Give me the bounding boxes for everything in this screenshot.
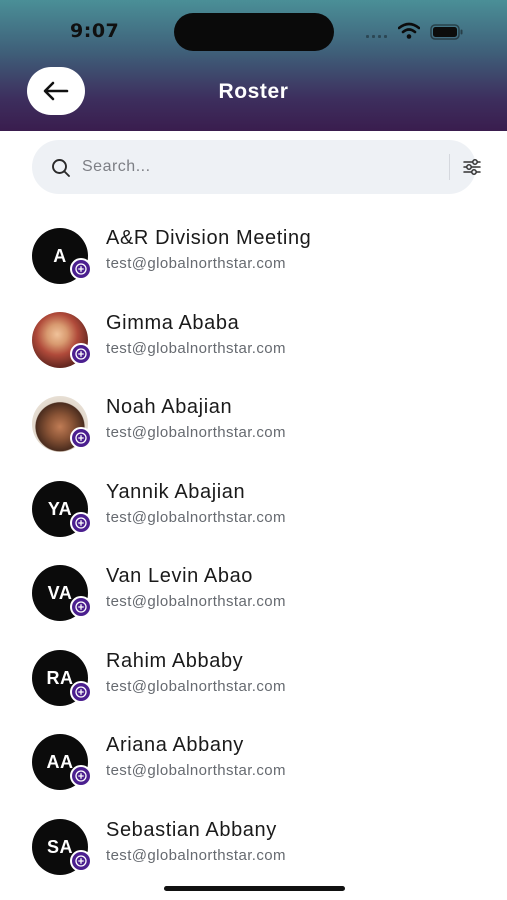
contact-name: A&R Division Meeting xyxy=(106,227,312,249)
contact-email: test@globalnorthstar.com xyxy=(106,340,286,357)
list-item[interactable]: AA Ariana Abbany test@globalnorthstar.co… xyxy=(0,732,507,816)
contact-name: Noah Abajian xyxy=(106,396,233,418)
list-item[interactable]: YA Yannik Abajian test@globalnorthstar.c… xyxy=(0,479,507,563)
contact-name: Yannik Abajian xyxy=(106,481,246,503)
contact-list: A A&R Division Meeting test@globalnorths… xyxy=(0,0,507,900)
contact-name: Van Levin Abao xyxy=(106,565,254,587)
contact-name: Ariana Abbany xyxy=(106,734,244,756)
contact-name: Rahim Abbaby xyxy=(106,650,244,672)
add-icon[interactable] xyxy=(70,765,92,787)
add-icon[interactable] xyxy=(70,850,92,872)
contact-email: test@globalnorthstar.com xyxy=(106,762,286,779)
contact-email: test@globalnorthstar.com xyxy=(106,255,286,272)
contact-email: test@globalnorthstar.com xyxy=(106,593,286,610)
list-item[interactable]: A A&R Division Meeting test@globalnorths… xyxy=(0,225,507,309)
contact-email: test@globalnorthstar.com xyxy=(106,847,286,864)
add-icon[interactable] xyxy=(70,427,92,449)
contact-name: Gimma Ababa xyxy=(106,312,240,334)
contact-email: test@globalnorthstar.com xyxy=(106,678,286,695)
list-item[interactable]: Gimma Ababa test@globalnorthstar.com xyxy=(0,310,507,394)
list-item[interactable]: RA Rahim Abbaby test@globalnorthstar.com xyxy=(0,648,507,732)
contact-name: Sebastian Abbany xyxy=(106,819,277,841)
add-icon[interactable] xyxy=(70,596,92,618)
contact-email: test@globalnorthstar.com xyxy=(106,424,286,441)
add-icon[interactable] xyxy=(70,258,92,280)
add-icon[interactable] xyxy=(70,343,92,365)
list-item[interactable]: Noah Abajian test@globalnorthstar.com xyxy=(0,394,507,478)
add-icon[interactable] xyxy=(70,681,92,703)
add-icon[interactable] xyxy=(70,512,92,534)
list-item[interactable]: VA Van Levin Abao test@globalnorthstar.c… xyxy=(0,563,507,647)
contact-email: test@globalnorthstar.com xyxy=(106,509,286,526)
home-indicator xyxy=(164,886,345,891)
